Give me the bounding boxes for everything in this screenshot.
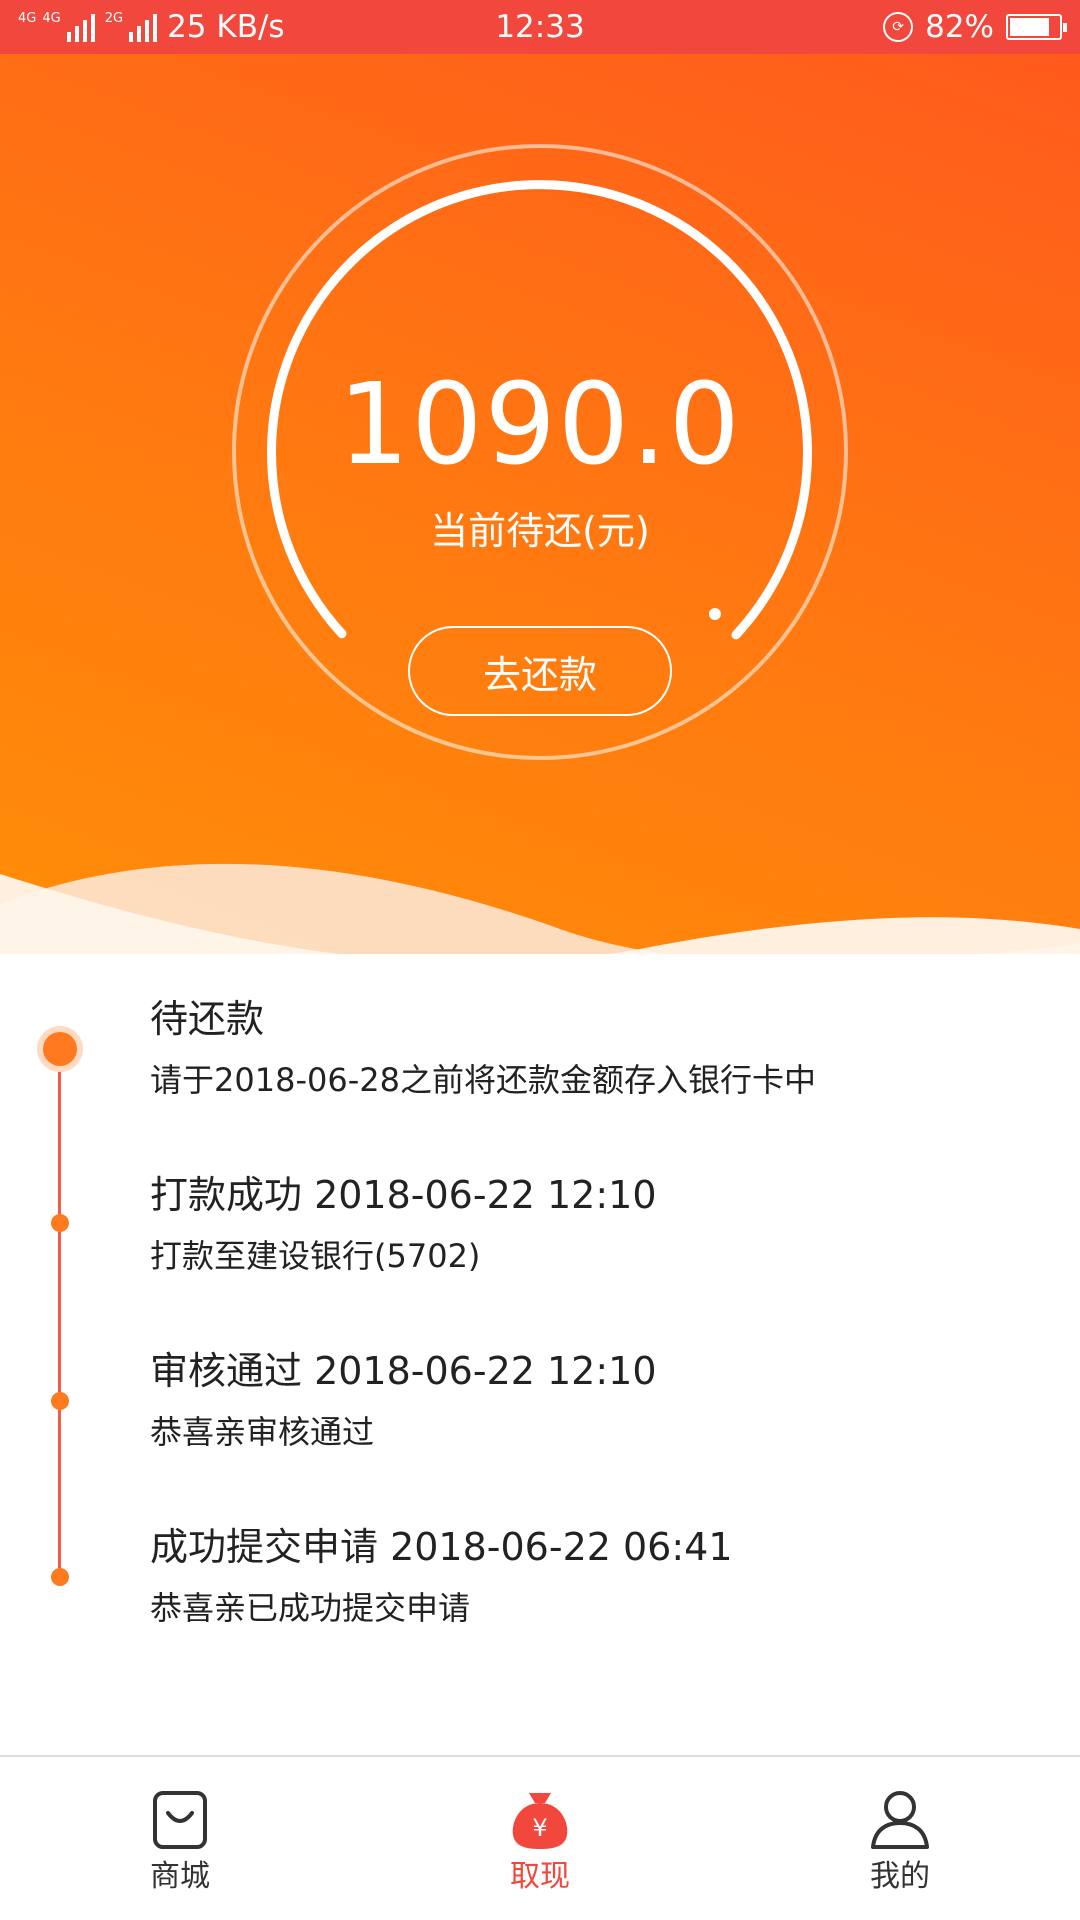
timeline-dot — [51, 1214, 69, 1232]
gauge-ring — [232, 144, 848, 760]
rotation-lock-icon: ⟳ — [883, 12, 914, 42]
nav-item-mine[interactable]: 我的 — [800, 1787, 1000, 1907]
network-type-2: 4G — [42, 11, 61, 26]
status-bar: 4G 4G 2G 25 KB/s 12:33 ⟳ 82% — [0, 0, 1080, 54]
nav-label: 我的 — [870, 1859, 930, 1894]
repayment-hero: 1090.0 当前待还(元) 去还款 — [0, 54, 1080, 954]
timeline-dot-current — [43, 1032, 77, 1066]
timeline-item: 待还款 请于2018-06-28之前将还款金额存入银行卡中 — [150, 994, 1050, 1102]
timeline-dot — [51, 1568, 69, 1586]
network-speed: 25 KB/s — [167, 9, 285, 45]
shopping-bag-icon — [153, 1791, 207, 1849]
timeline-item-desc: 恭喜亲已成功提交申请 — [150, 1589, 471, 1627]
status-right: ⟳ 82% — [883, 9, 1067, 45]
screen: 4G 4G 2G 25 KB/s 12:33 ⟳ 82% 1090.0 当前待还… — [0, 0, 1080, 1920]
nav-label: 商城 — [150, 1859, 210, 1894]
pending-amount: 1090.0 — [338, 360, 742, 490]
hero-wave — [0, 863, 1080, 954]
battery-percent: 82% — [925, 9, 994, 45]
timeline-item: 成功提交申请 2018-06-22 06:41 恭喜亲已成功提交申请 — [150, 1522, 1050, 1630]
timeline-line — [58, 1044, 61, 1570]
timeline-item-title: 审核通过 2018-06-22 12:10 — [150, 1349, 657, 1393]
bottom-nav: 商城 ¥ 取现 我的 — [0, 1755, 1080, 1920]
repay-button[interactable]: 去还款 — [408, 626, 672, 716]
pending-amount-label: 当前待还(元) — [430, 509, 650, 553]
repayment-timeline: 待还款 请于2018-06-28之前将还款金额存入银行卡中 打款成功 2018-… — [0, 960, 1080, 1760]
network-type-3: 2G — [104, 11, 124, 26]
battery-icon — [1006, 14, 1067, 40]
nav-label: 取现 — [510, 1859, 570, 1894]
battery-fill — [1010, 18, 1050, 36]
status-left: 4G 4G 2G 25 KB/s — [18, 9, 285, 45]
money-bag-icon: ¥ — [512, 1793, 568, 1849]
gauge-indicator-dot — [709, 608, 721, 620]
timeline-item-title: 打款成功 2018-06-22 12:10 — [150, 1173, 657, 1217]
signal-2-icon: 2G — [104, 11, 158, 42]
network-type-1: 4G — [18, 11, 37, 26]
timeline-item-desc: 恭喜亲审核通过 — [150, 1413, 375, 1451]
signal-1-icon: 4G 4G — [18, 12, 95, 42]
timeline-item: 打款成功 2018-06-22 12:10 打款至建设银行(5702) — [150, 1170, 1050, 1278]
nav-item-cash[interactable]: ¥ 取现 — [440, 1787, 640, 1907]
timeline-dot — [51, 1392, 69, 1410]
timeline-item-desc: 请于2018-06-28之前将还款金额存入银行卡中 — [150, 1061, 816, 1099]
user-icon — [871, 1791, 929, 1849]
timeline-item-title: 成功提交申请 2018-06-22 06:41 — [150, 1525, 733, 1569]
timeline-item-desc: 打款至建设银行(5702) — [150, 1237, 481, 1275]
timeline-item-title: 待还款 — [150, 997, 265, 1041]
svg-text:¥: ¥ — [532, 1814, 547, 1842]
timeline-item: 审核通过 2018-06-22 12:10 恭喜亲审核通过 — [150, 1346, 1050, 1454]
nav-item-mall[interactable]: 商城 — [80, 1787, 280, 1907]
